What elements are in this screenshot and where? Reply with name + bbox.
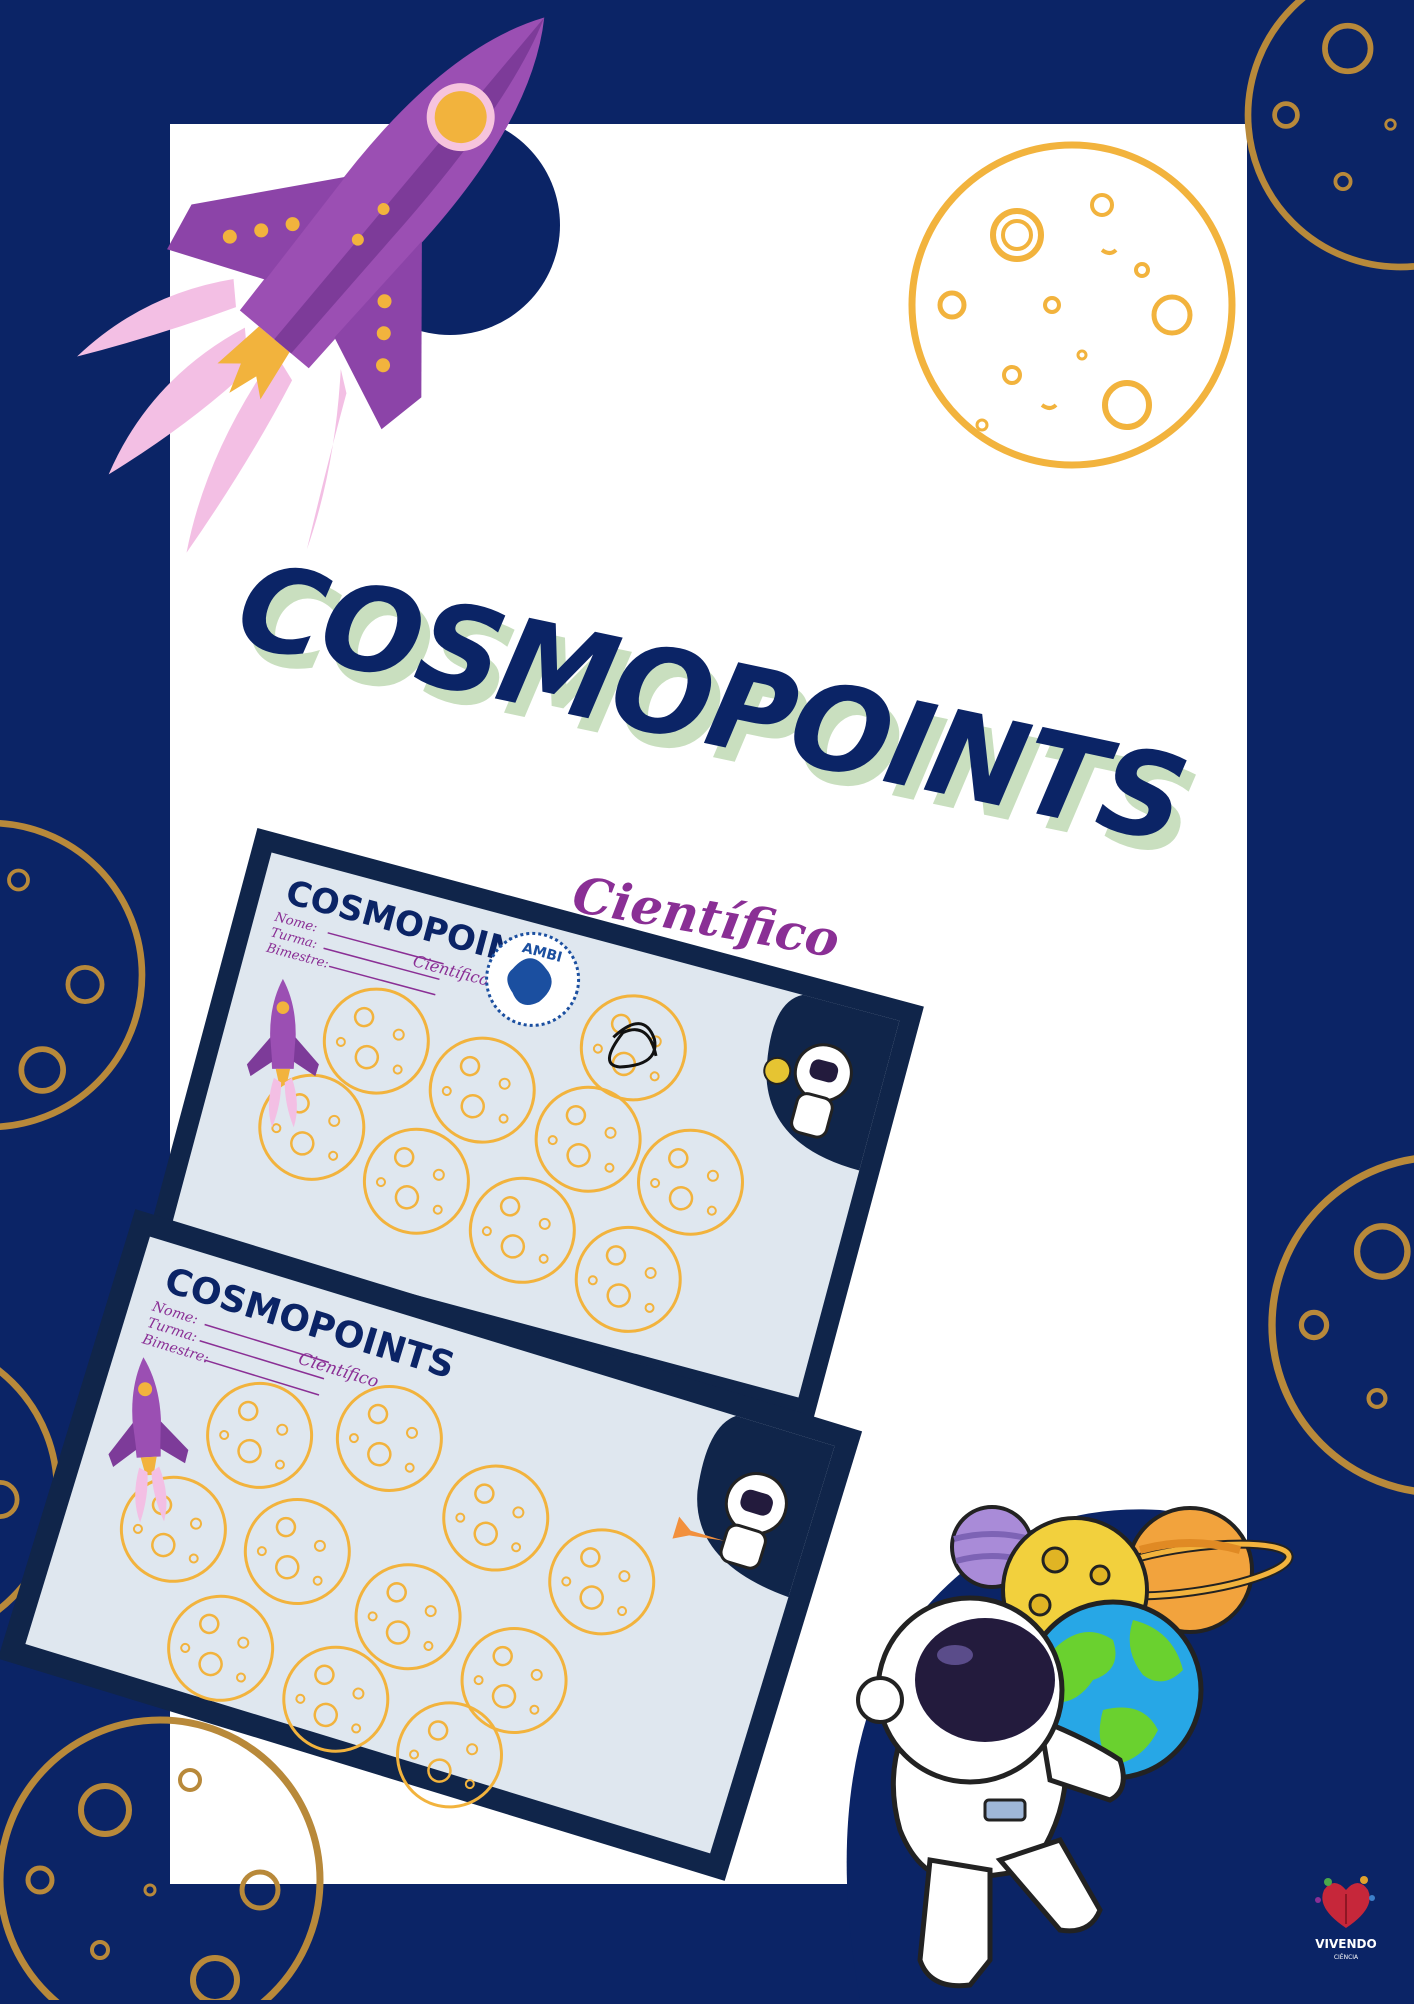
astronaut-decoration bbox=[0, 0, 1414, 2000]
brand-name: VIVENDO bbox=[1315, 1937, 1376, 1951]
brand-logo-icon bbox=[1315, 1876, 1375, 1928]
brand-tagline: CIÊNCIA bbox=[1334, 1953, 1359, 1961]
brand-logo: VIVENDO CIÊNCIA bbox=[1306, 1868, 1386, 1968]
